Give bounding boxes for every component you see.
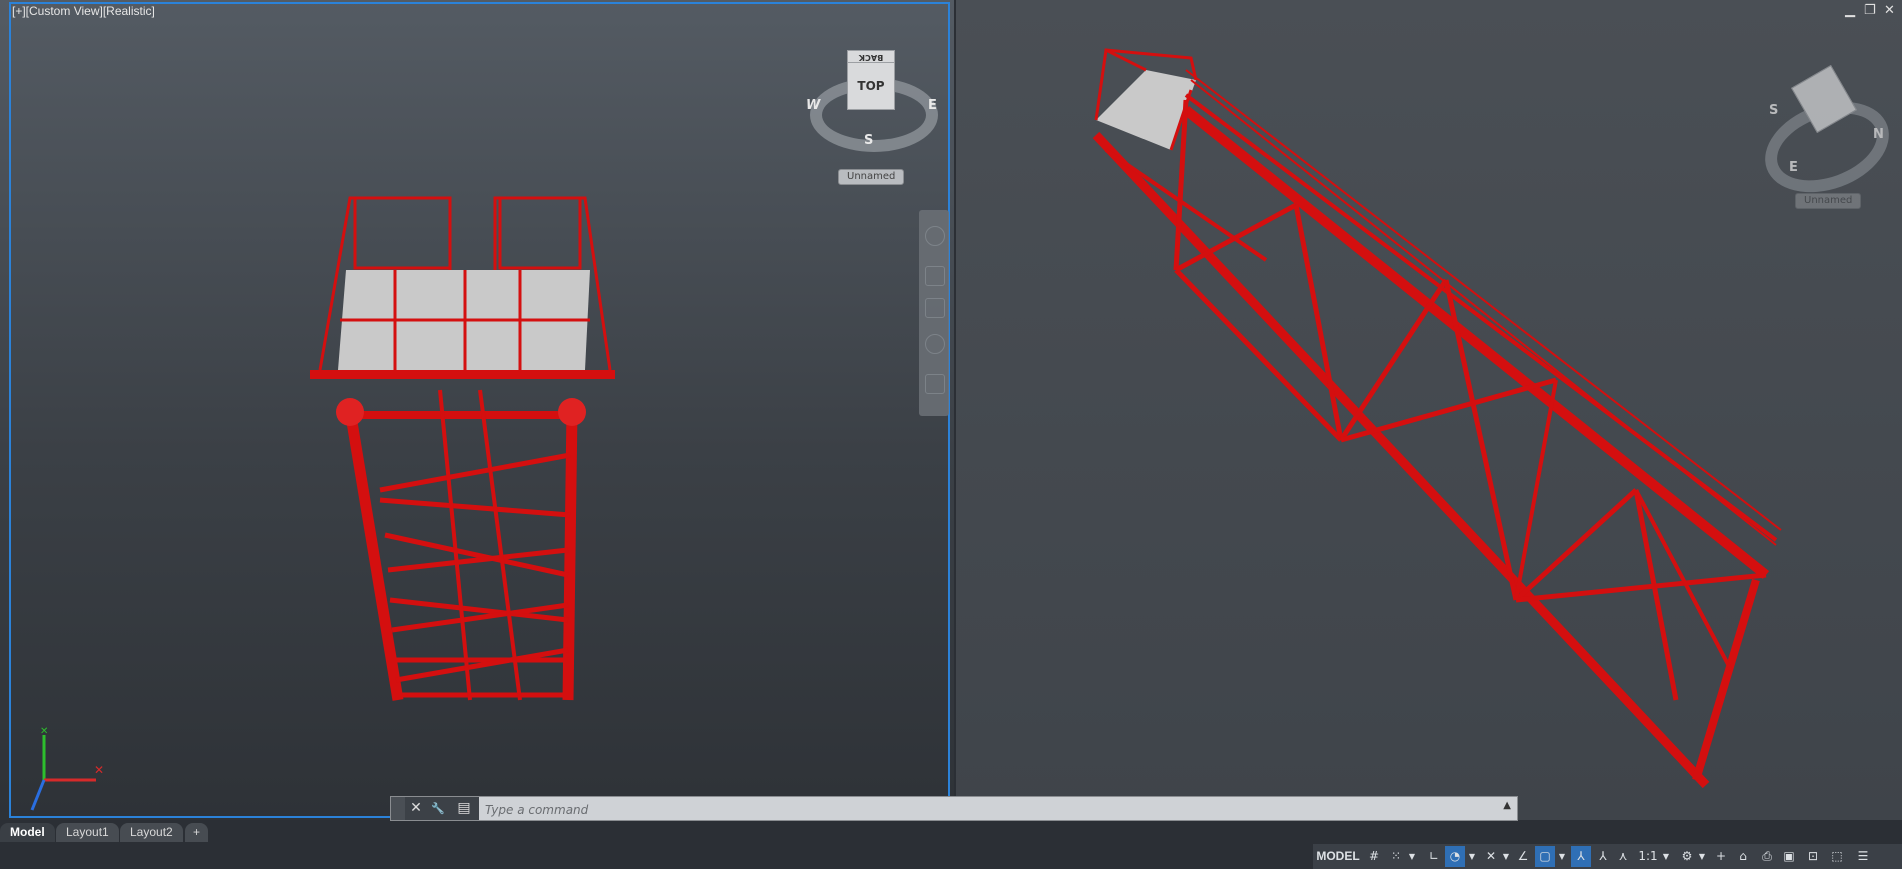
recent-commands-icon[interactable]: ▤ xyxy=(449,797,479,820)
clean-screen-icon[interactable]: ⬚ xyxy=(1827,846,1847,867)
snap-dropdown-icon[interactable]: ▼ xyxy=(1407,846,1417,867)
annotation-scale-icon[interactable]: ⋏ xyxy=(1613,846,1633,867)
viewcube[interactable]: BACK TOP W E S Unnamed xyxy=(806,48,938,188)
customize-icon[interactable]: 🔧 xyxy=(427,797,449,820)
showmotion-icon[interactable] xyxy=(925,374,945,394)
grid-icon[interactable]: # xyxy=(1365,846,1383,867)
snap-icon[interactable]: ⁙ xyxy=(1387,846,1405,867)
object-snap-icon[interactable]: ▢ xyxy=(1535,846,1555,867)
iso-boom xyxy=(1092,93,1778,789)
viewport-right[interactable]: ▁ ❐ ✕ S N E Unnamed xyxy=(956,0,1902,820)
expand-history-icon[interactable]: ▲ xyxy=(1503,800,1511,811)
compass-east[interactable]: E xyxy=(928,98,937,113)
customization-menu-icon[interactable]: ☰ xyxy=(1853,846,1873,867)
close-command-icon[interactable]: ✕ xyxy=(405,797,427,820)
pan-icon[interactable] xyxy=(925,266,945,286)
model-tower-front[interactable] xyxy=(300,190,630,710)
named-view-button[interactable]: Unnamed xyxy=(838,169,905,185)
ortho-icon[interactable]: ∟ xyxy=(1425,846,1443,867)
tab-layout1[interactable]: Layout1 xyxy=(56,823,119,842)
ucs-icon: ✕ ✕ xyxy=(30,726,104,811)
status-bar: MODEL # ⁙ ▼ ∟ ◔ ▼ ✕ ▼ ∠ ▢ ▼ ⅄ ⅄ ⋏ 1:1 ▼ … xyxy=(1313,844,1902,869)
command-line[interactable]: ✕ 🔧 ▤ ▲ xyxy=(390,796,1518,821)
command-line-grip[interactable] xyxy=(391,797,405,820)
svg-text:✕: ✕ xyxy=(40,726,48,737)
polar-dropdown-icon[interactable]: ▼ xyxy=(1467,846,1477,867)
annotation-visibility-icon[interactable]: ⅄ xyxy=(1571,846,1591,867)
orbit-icon[interactable] xyxy=(925,334,945,354)
scale-dropdown-icon[interactable]: ▼ xyxy=(1661,846,1671,867)
tab-model[interactable]: Model xyxy=(0,823,55,842)
leg-cap-left xyxy=(336,398,364,426)
compass-north-right[interactable]: N xyxy=(1873,127,1884,142)
auto-scale-icon[interactable]: ⅄ xyxy=(1593,846,1613,867)
lock-ui-icon[interactable]: ▣ xyxy=(1779,846,1799,867)
polar-tracking-icon[interactable]: ◔ xyxy=(1445,846,1465,867)
isodraft-icon[interactable]: ✕ xyxy=(1481,846,1501,867)
platform-beam xyxy=(310,370,615,379)
isolate-objects-icon[interactable]: ⊡ xyxy=(1803,846,1823,867)
workspace-gear-icon[interactable]: ⚙ xyxy=(1677,846,1697,867)
platform-grating-iso xyxy=(1096,70,1196,150)
model-space-button[interactable]: MODEL xyxy=(1315,846,1361,867)
quick-properties-icon[interactable]: ⎙ xyxy=(1757,846,1777,867)
compass-west[interactable]: W xyxy=(806,98,820,113)
viewport-label[interactable]: [+][Custom View][Realistic] xyxy=(12,4,155,18)
restore-icon[interactable]: ❐ xyxy=(1864,3,1876,18)
command-input[interactable] xyxy=(483,799,1487,820)
isodraft-dropdown-icon[interactable]: ▼ xyxy=(1501,846,1511,867)
workspace-dropdown-icon[interactable]: ▼ xyxy=(1697,846,1707,867)
annotation-monitor-icon[interactable]: + xyxy=(1711,846,1731,867)
leg-cap-right xyxy=(558,398,586,426)
object-snap-dropdown-icon[interactable]: ▼ xyxy=(1557,846,1567,867)
object-snap-tracking-icon[interactable]: ∠ xyxy=(1513,846,1533,867)
tower-frame xyxy=(344,389,578,701)
units-icon[interactable]: ⌂ xyxy=(1733,846,1753,867)
viewport-left[interactable]: [+][Custom View][Realistic] BACK TOP W E… xyxy=(0,0,954,820)
annotation-scale-value[interactable]: 1:1 xyxy=(1635,846,1661,867)
iso-stair-railing xyxy=(1185,69,1782,546)
zoom-extents-icon[interactable] xyxy=(925,298,945,318)
named-view-button-right[interactable]: Unnamed xyxy=(1795,193,1862,209)
svg-text:✕: ✕ xyxy=(94,763,104,777)
steering-wheel-icon[interactable] xyxy=(925,226,945,246)
viewcube-top-face[interactable]: TOP xyxy=(847,62,895,110)
compass-south[interactable]: S xyxy=(864,133,873,148)
close-icon[interactable]: ✕ xyxy=(1884,3,1895,18)
minimize-icon[interactable]: ▁ xyxy=(1845,3,1855,18)
layout-tabs: Model Layout1 Layout2 + xyxy=(0,822,1902,844)
add-layout-button[interactable]: + xyxy=(185,823,209,842)
tab-layout2[interactable]: Layout2 xyxy=(120,823,183,842)
navigation-bar[interactable] xyxy=(919,210,949,416)
model-tower-iso[interactable] xyxy=(1076,40,1796,810)
